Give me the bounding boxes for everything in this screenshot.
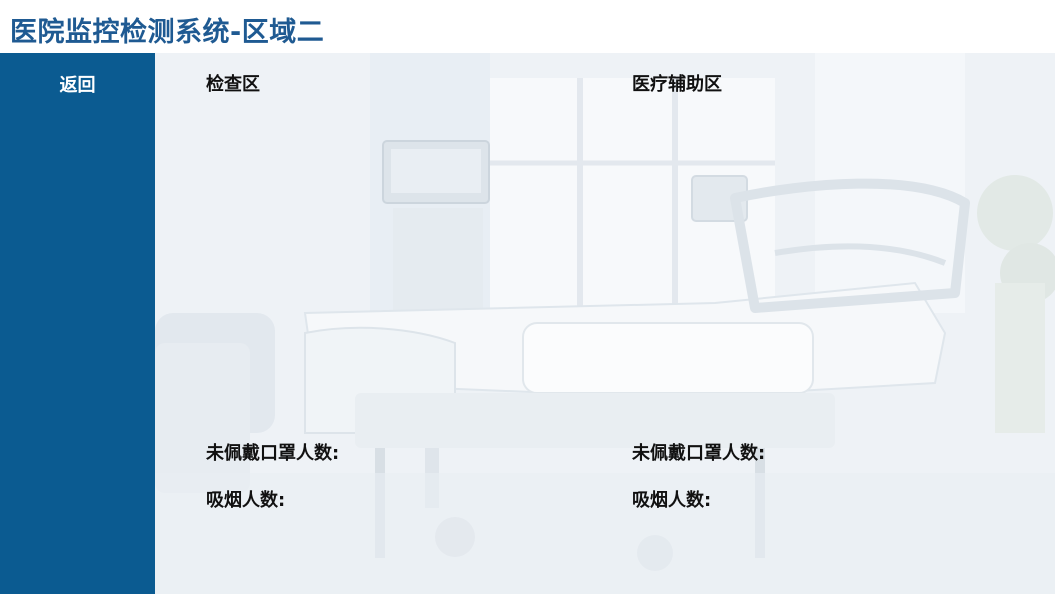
zone-name-exam: 检查区	[206, 74, 260, 95]
exam-no-mask-count-label: 未佩戴口罩人数:	[206, 443, 340, 464]
back-button[interactable]: 返回	[0, 71, 155, 97]
medical-aux-smoking-count-label: 吸烟人数:	[632, 490, 712, 511]
exam-smoking-count-label: 吸烟人数:	[206, 490, 286, 511]
page-title: 医院监控检测系统-区域二	[10, 17, 325, 48]
header-bar: 医院监控检测系统-区域二	[0, 0, 1055, 53]
sidebar: 返回	[0, 53, 155, 594]
monitor-area: 检查区 医疗辅助区 未佩戴口罩人数: 吸烟人数: 未佩戴口罩人数: 吸烟人数:	[155, 53, 1055, 594]
zone-name-medical-aux: 医疗辅助区	[632, 74, 722, 95]
hospital-room-background-image	[155, 53, 1055, 594]
medical-aux-no-mask-count-label: 未佩戴口罩人数:	[632, 443, 766, 464]
